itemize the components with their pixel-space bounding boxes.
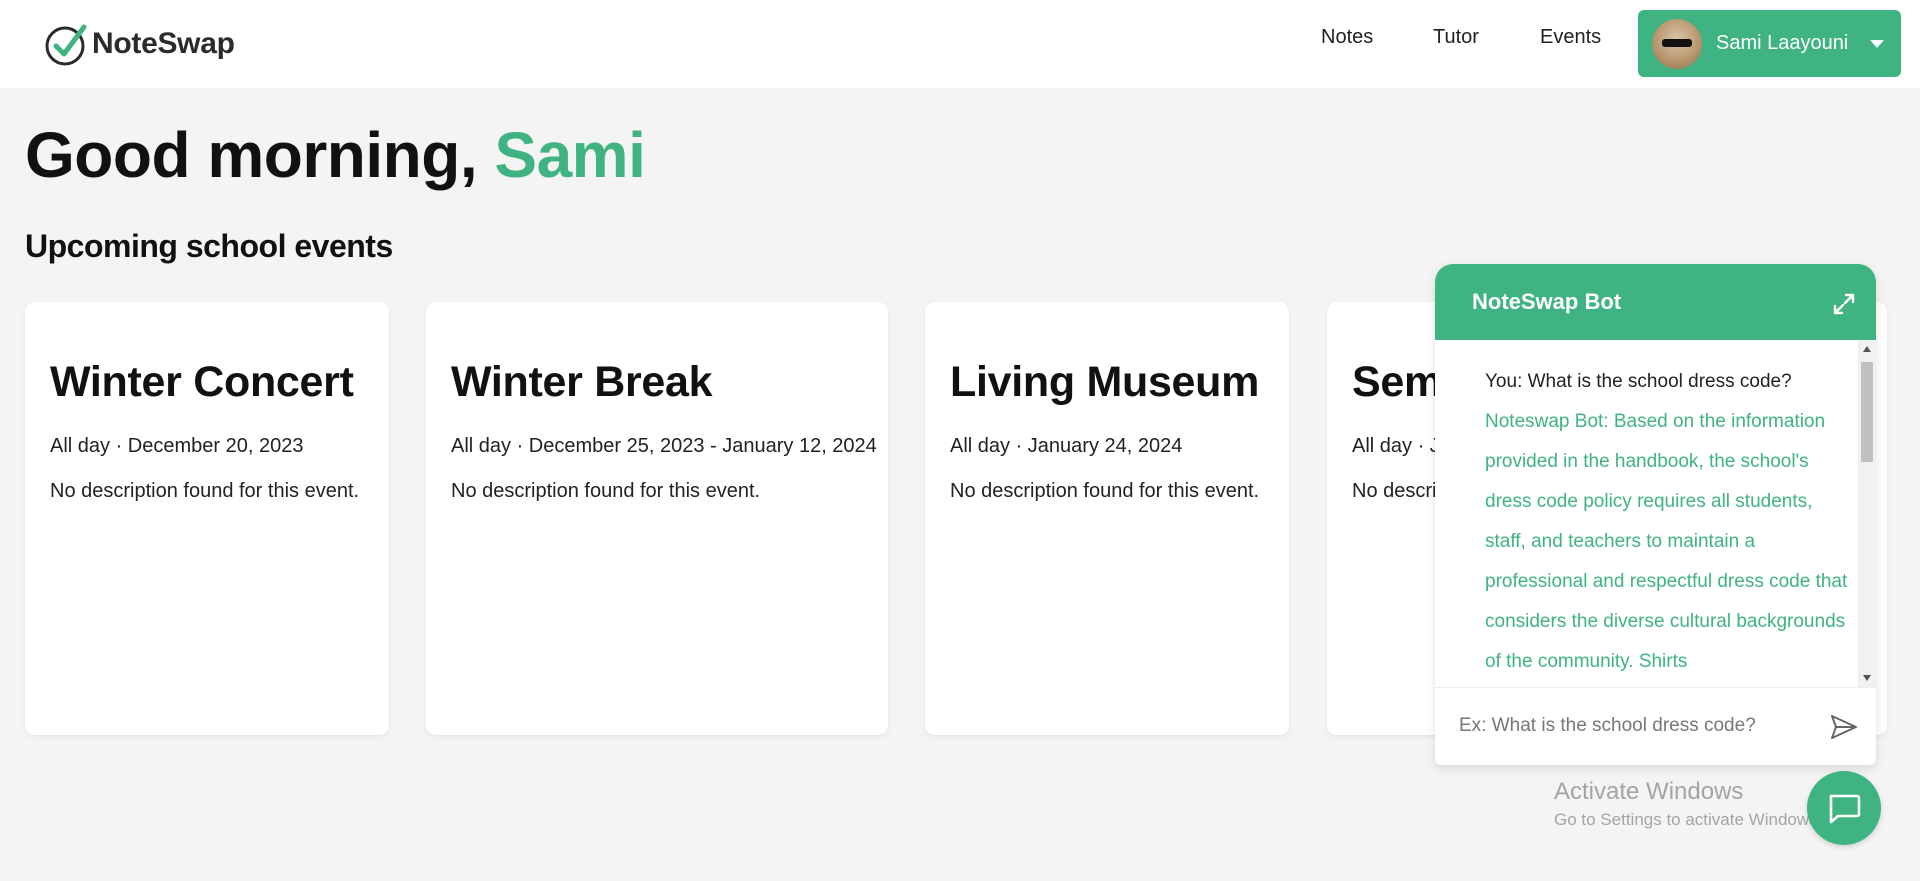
event-title: Winter Break — [451, 358, 713, 406]
event-description: No description found for this event. — [950, 480, 1260, 502]
watermark-title: Activate Windows — [1554, 778, 1744, 805]
scroll-up-icon[interactable] — [1863, 346, 1871, 352]
greeting-prefix: Good morning, — [25, 119, 495, 191]
chat-messages[interactable]: You: What is the school dress code? Note… — [1435, 340, 1876, 687]
event-date: All day · December 25, 2023 - January 12… — [451, 435, 877, 457]
chat-title: NoteSwap Bot — [1472, 289, 1622, 314]
greeting: Good morning, Sami — [25, 118, 646, 192]
chat-scrollbar[interactable] — [1858, 340, 1876, 687]
nav-link-events[interactable]: Events — [1540, 26, 1601, 49]
navbar: NoteSwap Notes Tutor Events Sami Laayoun… — [0, 0, 1920, 88]
nav-link-tutor[interactable]: Tutor — [1433, 26, 1479, 49]
event-date: All day · December 20, 2023 — [50, 435, 304, 457]
event-card[interactable]: Living Museum All day · January 24, 2024… — [925, 302, 1289, 735]
expand-icon[interactable] — [1832, 292, 1856, 316]
event-description: No description found for this event. — [451, 480, 761, 502]
greeting-name: Sami — [494, 119, 646, 191]
chat-toggle-button[interactable] — [1807, 771, 1881, 845]
chat-bubble-icon — [1829, 794, 1861, 824]
nav-link-notes[interactable]: Notes — [1321, 26, 1373, 49]
event-title: Winter Concert — [50, 358, 354, 406]
chat-message-user: You: What is the school dress code? — [1485, 371, 1792, 392]
chat-message-bot: Noteswap Bot: Based on the information p… — [1485, 411, 1848, 672]
scroll-down-icon[interactable] — [1863, 675, 1871, 681]
avatar — [1652, 18, 1702, 69]
event-description: No description found for this event. — [50, 480, 360, 502]
chat-input[interactable] — [1459, 708, 1809, 744]
caret-down-icon — [1870, 39, 1885, 48]
event-title: Living Museum — [950, 358, 1260, 406]
user-menu-button[interactable]: Sami Laayouni — [1638, 10, 1901, 77]
section-title: Upcoming school events — [25, 228, 393, 264]
event-card[interactable]: Winter Break All day · December 25, 2023… — [426, 302, 888, 735]
logo-text: NoteSwap — [92, 27, 235, 60]
chat-header: NoteSwap Bot — [1435, 264, 1876, 340]
check-circle-icon — [45, 24, 87, 66]
logo[interactable]: NoteSwap — [44, 20, 235, 68]
watermark-subtitle: Go to Settings to activate Windows. — [1554, 810, 1823, 829]
event-card[interactable]: Winter Concert All day · December 20, 20… — [25, 302, 389, 735]
user-name: Sami Laayouni — [1716, 32, 1849, 54]
scroll-thumb[interactable] — [1861, 362, 1873, 462]
activate-windows-watermark: Activate Windows Go to Settings to activ… — [1554, 778, 1822, 830]
send-icon[interactable] — [1829, 712, 1859, 742]
chat-input-area — [1435, 687, 1876, 765]
event-date: All day · January 24, 2024 — [950, 435, 1183, 457]
chat-widget: NoteSwap Bot You: What is the school dre… — [1435, 264, 1876, 765]
